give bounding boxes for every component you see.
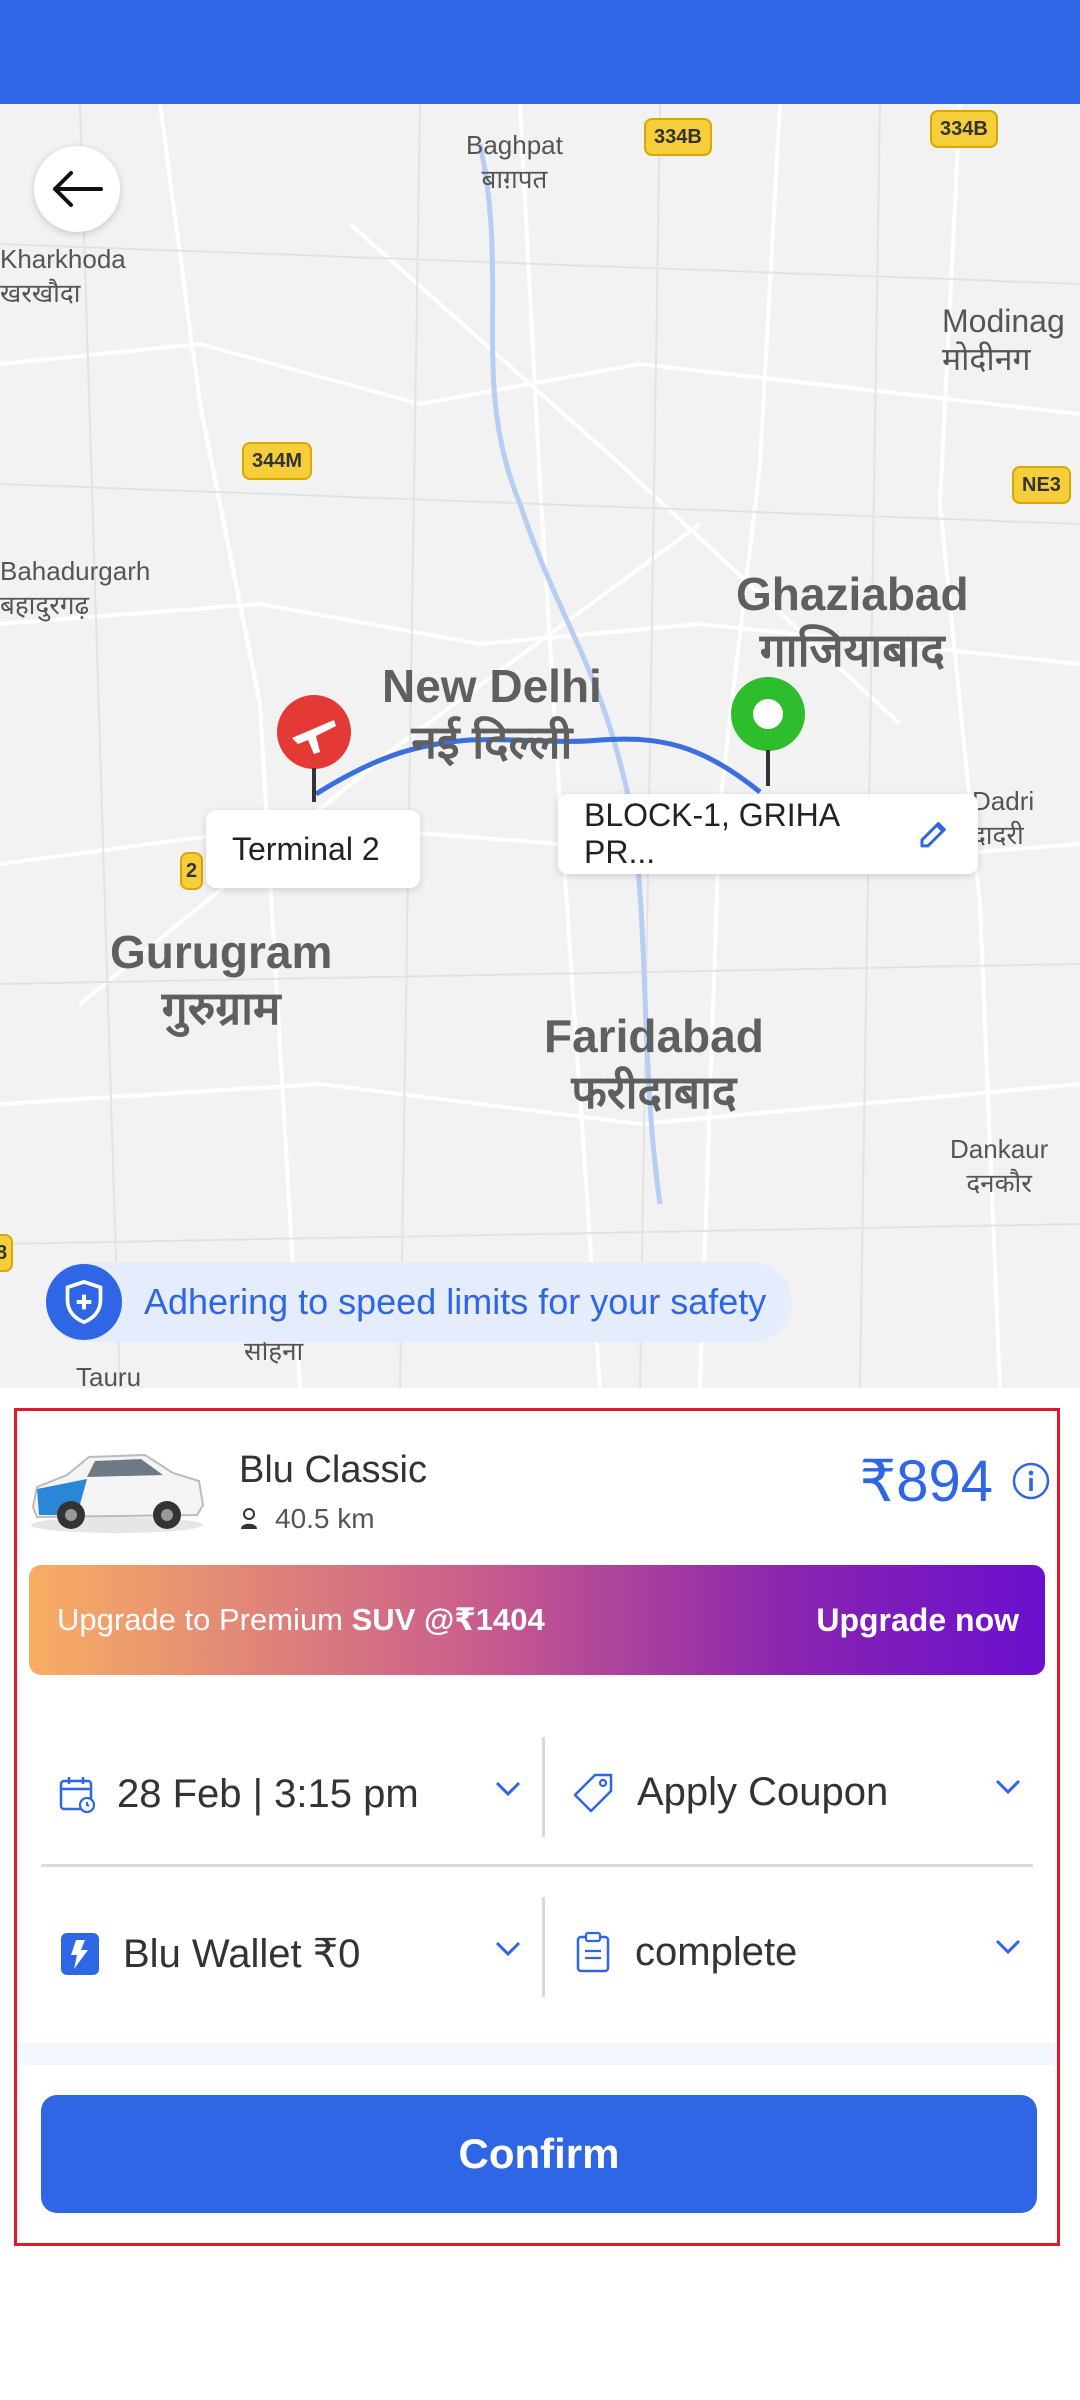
- upgrade-now-button[interactable]: Upgrade now: [816, 1602, 1019, 1639]
- drop-pin[interactable]: [730, 676, 806, 793]
- blu-wallet-icon: [61, 1933, 99, 1975]
- map-label-modinagar: Modinag मोदीनग: [942, 303, 1065, 377]
- coupon-tag-icon: [573, 1773, 613, 1813]
- map-label-tauru: Tauru: [76, 1362, 142, 1388]
- ride-price: ₹894: [859, 1449, 993, 1514]
- upgrade-banner[interactable]: Upgrade to Premium SUV @₹1404 Upgrade no…: [29, 1565, 1045, 1675]
- divider: [542, 1737, 545, 1837]
- map-label-dadri: Dadri दादरी: [972, 786, 1035, 850]
- notes-selector[interactable]: complete: [573, 1897, 1023, 2007]
- confirm-button[interactable]: Confirm: [41, 2095, 1037, 2213]
- pickup-pin[interactable]: [276, 694, 352, 809]
- notes-label: complete: [635, 1929, 798, 1974]
- airplane-pin-icon: [277, 695, 351, 802]
- drop-label[interactable]: BLOCK-1, GRIHA PR...: [558, 794, 978, 874]
- separator-strip: [17, 2043, 1057, 2065]
- chevron-down-icon: [995, 1939, 1021, 1955]
- map-label-gurugram: Gurugram गुरुग्राम: [110, 926, 333, 1034]
- ride-name: Blu Classic: [239, 1449, 427, 1491]
- shield-plus-icon: [46, 1264, 122, 1340]
- safety-banner: Adhering to speed limits for your safety: [46, 1262, 793, 1342]
- upgrade-text: Upgrade to Premium SUV @₹1404: [57, 1602, 545, 1637]
- map-label-baghpat: Baghpat बाग़पत: [466, 130, 563, 194]
- coupon-label: Apply Coupon: [637, 1769, 889, 1814]
- status-bar: [0, 0, 1080, 104]
- edit-pencil-icon[interactable]: [916, 816, 952, 852]
- location-pin-icon: [731, 677, 805, 786]
- highway-shield: 334B: [930, 110, 998, 148]
- ride-distance: 40.5 km: [239, 1503, 375, 1535]
- map-label-ghaziabad: Ghaziabad गाजियाबाद: [736, 568, 969, 676]
- map-label-faridabad: Faridabad फरीदाबाद: [544, 1010, 764, 1118]
- calendar-icon: [59, 1777, 96, 1814]
- highway-shield: 8: [0, 1234, 14, 1272]
- datetime-label: 28 Feb | 3:15 pm: [117, 1771, 419, 1816]
- highway-shield: 344M: [242, 442, 313, 480]
- apply-coupon-selector[interactable]: Apply Coupon: [573, 1737, 1023, 1847]
- drop-address-text: BLOCK-1, GRIHA PR...: [584, 797, 839, 870]
- pickup-label[interactable]: Terminal 2: [206, 810, 420, 888]
- divider: [41, 1864, 1033, 1867]
- map-view[interactable]: Baghpat बाग़पत Kharkhoda खरखौदा Modinag मोद…: [0, 104, 1080, 1388]
- highway-shield: 334B: [644, 118, 712, 156]
- map-label-bahadurgarh: Bahadurgarh बहादुरगढ़: [0, 556, 151, 620]
- ride-option-row[interactable]: Blu Classic 40.5 km ₹894: [17, 1411, 1057, 1561]
- map-label-dankaur: Dankaur दनकौर: [950, 1134, 1049, 1198]
- wallet-selector[interactable]: Blu Wallet ₹0: [61, 1899, 523, 2009]
- map-label-kharkhoda: Kharkhoda खरखौदा: [0, 244, 126, 308]
- datetime-selector[interactable]: 28 Feb | 3:15 pm: [57, 1739, 523, 1849]
- back-button[interactable]: [34, 146, 120, 232]
- highway-shield: 2: [180, 852, 204, 890]
- car-image: [31, 1453, 205, 1533]
- booking-sheet: Blu Classic 40.5 km ₹894 Upgrade to Prem…: [14, 1408, 1060, 2246]
- map-label-new-delhi: New Delhi नई दिल्ली: [382, 660, 602, 768]
- highway-shield: NE3: [1012, 466, 1071, 504]
- info-icon[interactable]: [1011, 1461, 1051, 1501]
- distance-text: 40.5 km: [275, 1503, 375, 1534]
- safety-text: Adhering to speed limits for your safety: [144, 1281, 767, 1322]
- chevron-down-icon: [495, 1941, 521, 1957]
- chevron-down-icon: [995, 1779, 1021, 1795]
- arrow-left-icon: [53, 171, 103, 207]
- divider: [542, 1897, 545, 1997]
- person-icon: [241, 1508, 257, 1529]
- wallet-label: Blu Wallet ₹0: [123, 1932, 361, 1976]
- clipboard-icon: [576, 1931, 610, 1973]
- chevron-down-icon: [495, 1781, 521, 1797]
